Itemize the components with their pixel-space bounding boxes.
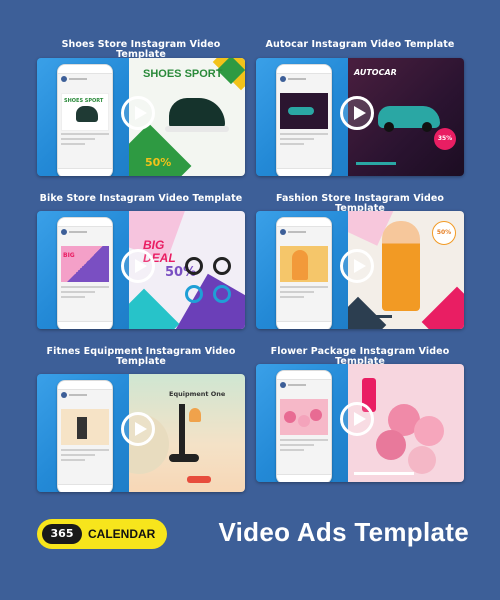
phone-mockup: BIG	[57, 217, 113, 329]
bike-image	[185, 257, 203, 275]
video-card-autocar[interactable]: AUTOCAR 35%	[256, 58, 464, 176]
play-button-icon[interactable]	[340, 402, 374, 436]
play-button-icon[interactable]	[340, 249, 374, 283]
play-button-icon[interactable]	[121, 412, 155, 446]
shoe-image	[169, 98, 225, 128]
phone-mockup	[276, 64, 332, 176]
video-card-shoes[interactable]: SHOES SPORT SHOES SPORT 50%	[37, 58, 245, 176]
brand-badge: 365 CALENDAR	[37, 519, 167, 549]
phone-mockup	[276, 217, 332, 329]
play-button-icon[interactable]	[121, 249, 155, 283]
card-title-shoes: Shoes Store Instagram Video Template	[61, 39, 221, 60]
discount-badge: 35%	[434, 128, 456, 150]
video-card-bike[interactable]: BIG BIG DEAL 50%	[37, 211, 245, 329]
card-title-fitness: Fitnes Equipment Instagram Video Templat…	[46, 346, 236, 367]
phone-mockup: SHOES SPORT	[57, 64, 113, 176]
model-image	[382, 221, 420, 311]
headline: AUTOCAR	[354, 68, 397, 77]
headline: SHOES SPORT	[143, 68, 223, 80]
headline: Equipment One	[169, 390, 226, 398]
video-card-fitness[interactable]: Equipment One	[37, 374, 245, 492]
phone-mockup	[276, 370, 332, 482]
play-button-icon[interactable]	[121, 96, 155, 130]
discount-label: 50%	[145, 156, 172, 169]
phone-mockup	[57, 380, 113, 492]
page-title: Video Ads Template	[218, 517, 469, 547]
play-button-icon[interactable]	[340, 96, 374, 130]
brand-label: CALENDAR	[88, 527, 156, 541]
card-title-autocar: Autocar Instagram Video Template	[265, 39, 455, 50]
brand-number: 365	[42, 524, 82, 544]
video-card-flower[interactable]	[256, 364, 464, 482]
discount-badge: 50%	[432, 221, 456, 245]
equipment-image	[179, 404, 185, 456]
card-title-bike: Bike Store Instagram Video Template	[39, 193, 243, 204]
video-card-fashion[interactable]: 50%	[256, 211, 464, 329]
